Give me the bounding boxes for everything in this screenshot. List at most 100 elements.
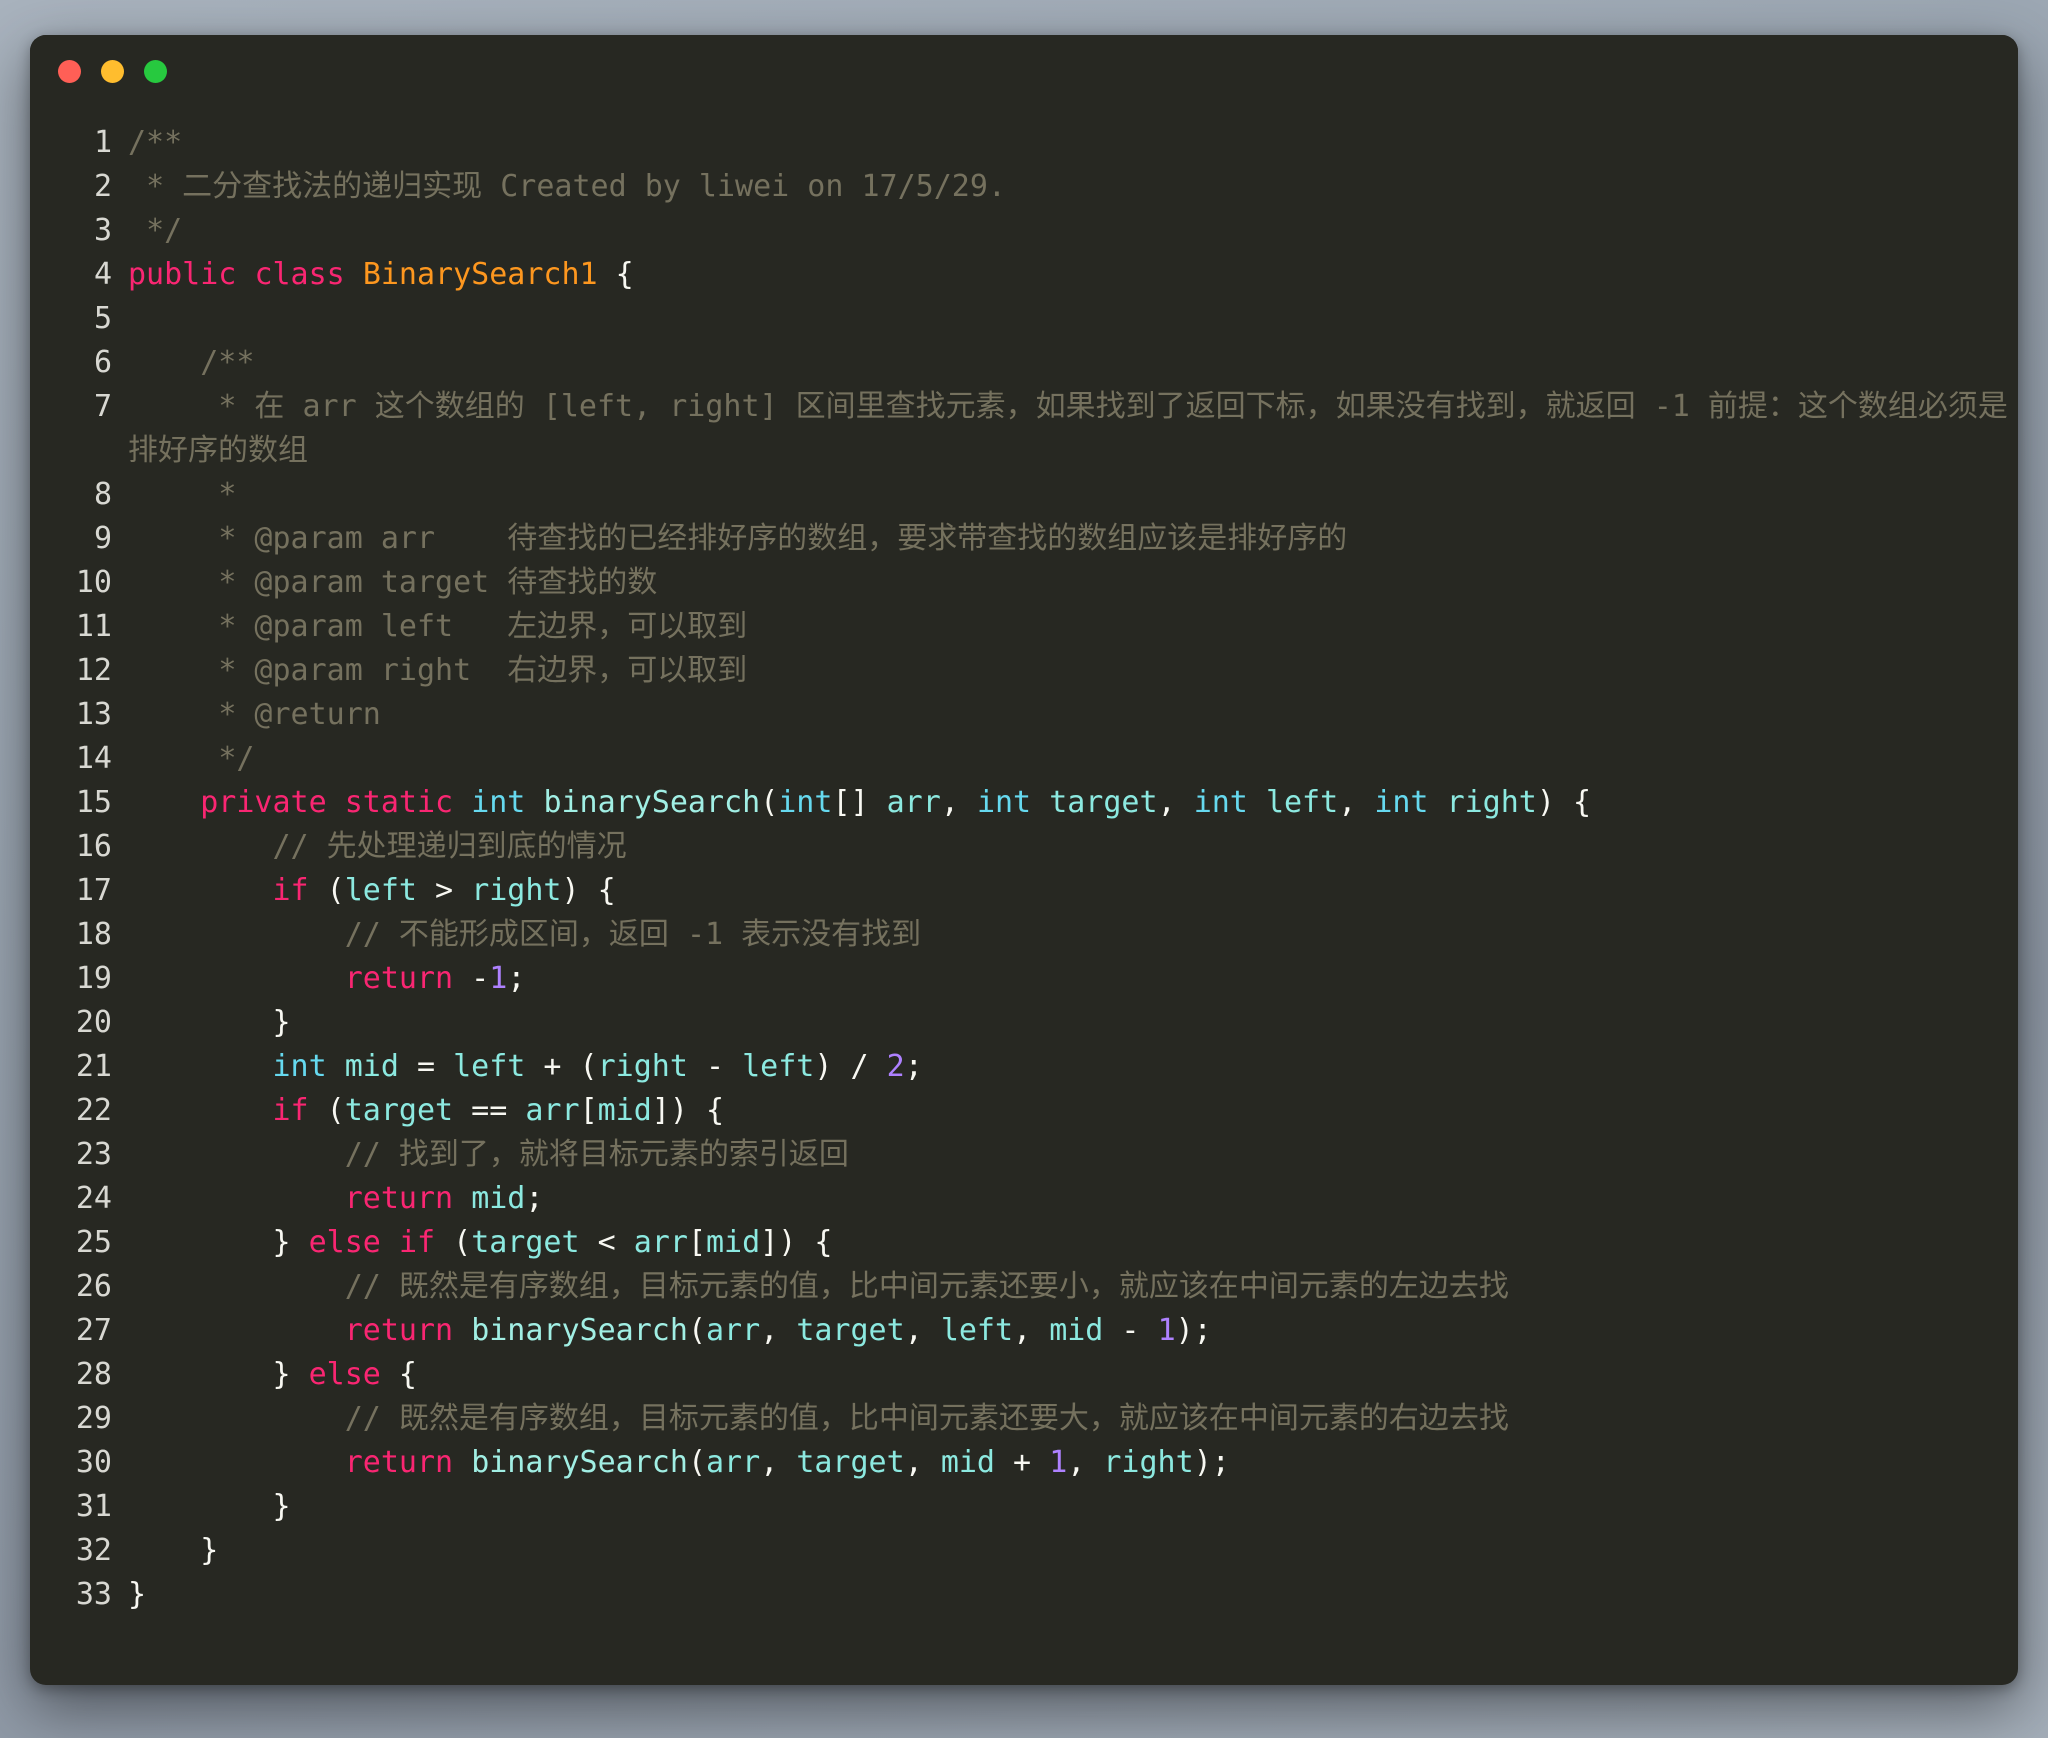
- code-line[interactable]: 8 *: [30, 473, 2018, 517]
- code-line[interactable]: 13 * @return: [30, 693, 2018, 737]
- code-token-punct: ,: [1067, 1445, 1104, 1480]
- code-line-content: // 不能形成区间，返回 -1 表示没有找到: [128, 913, 2018, 957]
- code-line[interactable]: 17 if (left > right) {: [30, 869, 2018, 913]
- code-token-punct: + (: [525, 1049, 598, 1084]
- code-token-punct: [: [579, 1093, 598, 1128]
- line-number: 15: [75, 785, 112, 820]
- close-window-button[interactable]: [58, 59, 81, 83]
- code-token-comment: // 不能形成区间，返回 -1 表示没有找到: [128, 917, 922, 952]
- code-line-content: * @param target 待查找的数: [128, 561, 2018, 605]
- code-line[interactable]: 21 int mid = left + (right - left) / 2;: [30, 1045, 2018, 1089]
- code-token-punct: ,: [904, 1445, 941, 1480]
- code-line[interactable]: 33}: [30, 1573, 2018, 1617]
- code-token-comment: *: [128, 477, 237, 512]
- code-line[interactable]: 26 // 既然是有序数组，目标元素的值，比中间元素还要小，就应该在中间元素的左…: [30, 1265, 2018, 1309]
- code-token-punct: ,: [1338, 785, 1375, 820]
- code-line[interactable]: 5: [30, 297, 2018, 341]
- code-token-var: target: [796, 1313, 905, 1348]
- code-line[interactable]: 27 return binarySearch(arr, target, left…: [30, 1309, 2018, 1353]
- code-line[interactable]: 10 * @param target 待查找的数: [30, 561, 2018, 605]
- code-token-comment: // 既然是有序数组，目标元素的值，比中间元素还要小，就应该在中间元素的左边去找: [128, 1269, 1509, 1304]
- code-line[interactable]: 28 } else {: [30, 1353, 2018, 1397]
- code-line[interactable]: 16 // 先处理递归到底的情况: [30, 825, 2018, 869]
- code-token-var: target: [796, 1445, 905, 1480]
- code-token-func: binarySearch: [543, 785, 761, 820]
- code-line-content: // 先处理递归到底的情况: [128, 825, 2018, 869]
- code-line[interactable]: 12 * @param right 右边界，可以取到: [30, 649, 2018, 693]
- code-line-content: /**: [128, 341, 2018, 385]
- code-line[interactable]: 14 */: [30, 737, 2018, 781]
- code-token-punct: -: [1103, 1313, 1158, 1348]
- code-line[interactable]: 7 * 在 arr 这个数组的 [left, right] 区间里查找元素，如果…: [30, 385, 2018, 473]
- code-token-type: int: [471, 785, 526, 820]
- code-token-punct: );: [1193, 1445, 1230, 1480]
- minimize-window-button[interactable]: [101, 59, 124, 83]
- line-number: 23: [75, 1137, 112, 1172]
- code-line[interactable]: 18 // 不能形成区间，返回 -1 表示没有找到: [30, 913, 2018, 957]
- code-token-number: 2: [886, 1049, 905, 1084]
- code-token-punct: ,: [904, 1313, 941, 1348]
- code-line-content: }: [128, 1529, 2018, 1573]
- code-token-punct: ==: [453, 1093, 526, 1128]
- line-number: 1: [93, 125, 112, 160]
- code-viewport[interactable]: 1 /** 2 * 二分查找法的递归实现 Created by liwei on 1…: [30, 107, 2018, 1685]
- code-token-var: right: [1446, 785, 1537, 820]
- code-line[interactable]: 9 * @param arr 待查找的已经排好序的数组，要求带查找的数组应该是排…: [30, 517, 2018, 561]
- code-line-content: if (left > right) {: [128, 869, 2018, 913]
- code-line[interactable]: 11 * @param left 左边界，可以取到: [30, 605, 2018, 649]
- code-token-punct: }: [128, 1357, 309, 1392]
- code-line[interactable]: 22 if (target == arr[mid]) {: [30, 1089, 2018, 1133]
- code-line[interactable]: 3 */: [30, 209, 2018, 253]
- code-token-var: arr: [706, 1445, 761, 1480]
- code-line[interactable]: 4 public class BinarySearch1 {: [30, 253, 2018, 297]
- code-token-number: 1: [489, 961, 508, 996]
- code-line[interactable]: 31 }: [30, 1485, 2018, 1529]
- code-line-content: int mid = left + (right - left) / 2;: [128, 1045, 2018, 1089]
- code-line[interactable]: 25 } else if (target < arr[mid]) {: [30, 1221, 2018, 1265]
- line-number: 32: [75, 1533, 112, 1568]
- code-line[interactable]: 30 return binarySearch(arr, target, mid …: [30, 1441, 2018, 1485]
- maximize-window-button[interactable]: [144, 59, 167, 83]
- code-token-comment: * @param arr 待查找的已经排好序的数组，要求带查找的数组应该是排好序…: [128, 521, 1348, 556]
- code-line[interactable]: 20 }: [30, 1001, 2018, 1045]
- code-line[interactable]: 15 private static int binarySearch(int[]…: [30, 781, 2018, 825]
- traffic-light-controls: [58, 59, 167, 83]
- code-token-var: left: [742, 1049, 815, 1084]
- code-token-var: target: [471, 1225, 580, 1260]
- code-line[interactable]: 24 return mid;: [30, 1177, 2018, 1221]
- code-line-content: // 找到了，就将目标元素的索引返回: [128, 1133, 2018, 1177]
- code-token-var: mid: [471, 1181, 526, 1216]
- code-token-punct: ) /: [814, 1049, 887, 1084]
- code-token-comment: */: [128, 741, 255, 776]
- code-token-punct: }: [128, 1489, 291, 1524]
- line-number: 8: [93, 477, 112, 512]
- code-line[interactable]: 1 /**: [30, 121, 2018, 165]
- code-token-punct: (: [687, 1445, 706, 1480]
- line-number: 6: [93, 345, 112, 380]
- code-token-comment: * 在 arr 这个数组的 [left, right] 区间里查找元素，如果找到…: [128, 389, 2008, 468]
- code-token-var: target: [1049, 785, 1158, 820]
- code-line[interactable]: 32 }: [30, 1529, 2018, 1573]
- code-token-punct: (: [308, 1093, 345, 1128]
- line-number: 2: [93, 169, 112, 204]
- code-token-type: int: [778, 785, 833, 820]
- code-line[interactable]: 23 // 找到了，就将目标元素的索引返回: [30, 1133, 2018, 1177]
- code-token-var: mid: [344, 1049, 399, 1084]
- line-number: 4: [93, 257, 112, 292]
- code-line[interactable]: 29 // 既然是有序数组，目标元素的值，比中间元素还要大，就应该在中间元素的右…: [30, 1397, 2018, 1441]
- code-token-func: binarySearch: [471, 1313, 688, 1348]
- code-line-content: * @param left 左边界，可以取到: [128, 605, 2018, 649]
- code-line-content: return mid;: [128, 1177, 2018, 1221]
- code-line[interactable]: 6 /**: [30, 341, 2018, 385]
- code-line[interactable]: 19 return -1;: [30, 957, 2018, 1001]
- code-line-content: }: [128, 1001, 2018, 1045]
- code-line[interactable]: 2 * 二分查找法的递归实现 Created by liwei on 17/5/…: [30, 165, 2018, 209]
